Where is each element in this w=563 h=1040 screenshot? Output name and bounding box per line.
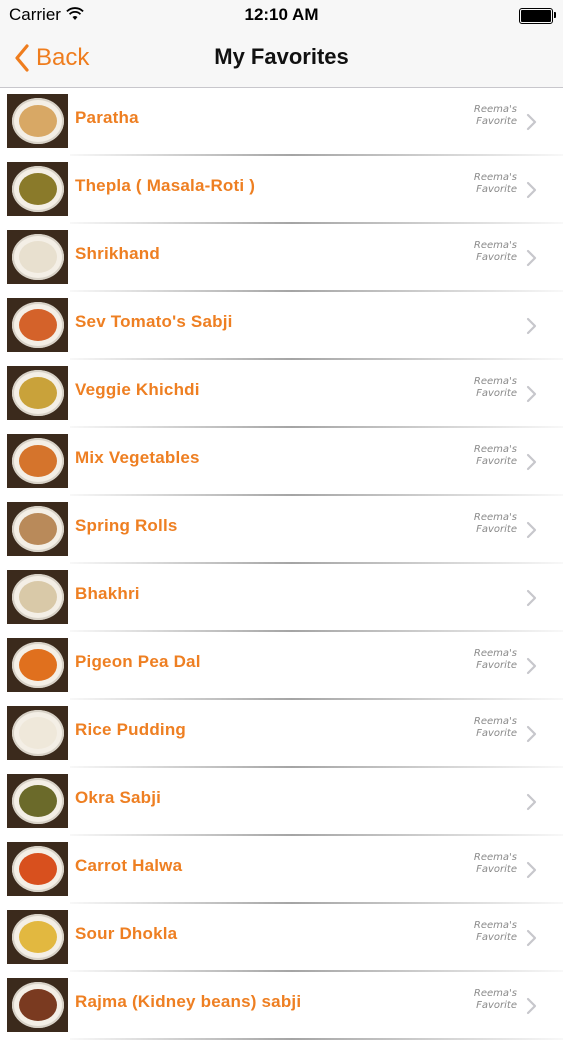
favorite-badge: Reema's Favorite [457, 852, 517, 876]
dish-thumbnail [7, 298, 68, 352]
list-item[interactable]: Sour Dhokla Reema's Favorite [0, 904, 563, 972]
chevron-right-icon [526, 113, 537, 131]
list-item[interactable]: Carrot Halwa Reema's Favorite [0, 836, 563, 904]
badge-line-2: Favorite [476, 184, 517, 195]
list-item[interactable]: Shrikhand Reema's Favorite [0, 224, 563, 292]
dish-thumbnail [7, 978, 68, 1032]
battery-icon [519, 8, 556, 24]
favorite-badge: Reema's Favorite [457, 716, 517, 740]
dish-thumbnail [7, 366, 68, 420]
badge-line-2: Favorite [476, 524, 517, 535]
dish-title: Okra Sabji [75, 788, 162, 807]
favorite-badge: Reema's Favorite [457, 920, 517, 944]
badge-line-1: Reema's [473, 444, 517, 455]
favorite-badge: Reema's Favorite [457, 648, 517, 672]
dish-thumbnail [7, 774, 68, 828]
dish-title: Paratha [75, 108, 139, 127]
chevron-right-icon [526, 317, 537, 335]
list-item[interactable]: Thepla ( Masala-Roti ) Reema's Favorite [0, 156, 563, 224]
dish-thumbnail [7, 94, 68, 148]
badge-line-2: Favorite [476, 388, 517, 399]
favorite-badge: Reema's Favorite [457, 172, 517, 196]
dish-thumbnail [7, 638, 68, 692]
favorite-badge: Reema's Favorite [457, 988, 517, 1012]
navigation-bar: Back My Favorites [0, 30, 563, 88]
chevron-right-icon [526, 929, 537, 947]
favorite-badge: Reema's Favorite [457, 444, 517, 468]
dish-title: Rajma (Kidney beans) sabji [75, 992, 302, 1011]
dish-title: Shrikhand [75, 244, 160, 263]
favorite-badge: Reema's Favorite [457, 104, 517, 128]
badge-line-2: Favorite [476, 932, 517, 943]
list-item[interactable]: Pigeon Pea Dal Reema's Favorite [0, 632, 563, 700]
badge-line-1: Reema's [473, 988, 517, 999]
status-bar: Carrier 12:10 AM [0, 0, 563, 30]
chevron-right-icon [526, 453, 537, 471]
list-item[interactable]: Paratha Reema's Favorite [0, 88, 563, 156]
chevron-right-icon [526, 181, 537, 199]
badge-line-1: Reema's [473, 852, 517, 863]
badge-line-2: Favorite [476, 864, 517, 875]
list-item[interactable]: Mix Vegetables Reema's Favorite [0, 428, 563, 496]
chevron-right-icon [526, 385, 537, 403]
list-item[interactable]: Veggie Khichdi Reema's Favorite [0, 360, 563, 428]
badge-line-2: Favorite [476, 456, 517, 467]
dish-title: Rice Pudding [75, 720, 187, 739]
badge-line-1: Reema's [473, 240, 517, 251]
chevron-right-icon [526, 589, 537, 607]
favorite-badge: Reema's Favorite [457, 376, 517, 400]
list-item[interactable]: Spring Rolls Reema's Favorite [0, 496, 563, 564]
dish-thumbnail [7, 162, 68, 216]
list-item[interactable]: Okra Sabji [0, 768, 563, 836]
badge-line-1: Reema's [473, 512, 517, 523]
chevron-right-icon [526, 521, 537, 539]
badge-line-2: Favorite [476, 660, 517, 671]
chevron-right-icon [526, 725, 537, 743]
favorite-badge: Reema's Favorite [457, 512, 517, 536]
dish-title: Thepla ( Masala-Roti ) [75, 176, 256, 195]
dish-title: Spring Rolls [75, 516, 178, 535]
dish-title: Sour Dhokla [75, 924, 178, 943]
chevron-right-icon [526, 793, 537, 811]
list-item[interactable]: Rice Pudding Reema's Favorite [0, 700, 563, 768]
chevron-right-icon [526, 861, 537, 879]
dish-title: Bhakhri [75, 584, 140, 603]
badge-line-2: Favorite [476, 728, 517, 739]
dish-thumbnail [7, 570, 68, 624]
page-title: My Favorites [214, 44, 349, 69]
list-item[interactable]: Sev Tomato's Sabji [0, 292, 563, 360]
dish-thumbnail [7, 502, 68, 556]
chevron-right-icon [526, 657, 537, 675]
badge-line-2: Favorite [476, 252, 517, 263]
chevron-right-icon [526, 249, 537, 267]
badge-line-1: Reema's [473, 716, 517, 727]
badge-line-2: Favorite [476, 1000, 517, 1011]
dish-thumbnail [7, 842, 68, 896]
dish-title: Carrot Halwa [75, 856, 183, 875]
list-item[interactable]: Bhakhri [0, 564, 563, 632]
badge-line-1: Reema's [473, 376, 517, 387]
dish-title: Mix Vegetables [75, 448, 200, 467]
list-item[interactable]: Rajma (Kidney beans) sabji Reema's Favorit… [0, 972, 563, 1040]
badge-line-2: Favorite [476, 116, 517, 127]
favorite-badge: Reema's Favorite [457, 240, 517, 264]
dish-title: Pigeon Pea Dal [75, 652, 201, 671]
dish-title: Sev Tomato's Sabji [75, 312, 233, 331]
dish-title: Veggie Khichdi [75, 380, 200, 399]
badge-line-1: Reema's [473, 104, 517, 115]
badge-line-1: Reema's [473, 920, 517, 931]
badge-line-1: Reema's [473, 172, 517, 183]
favorites-list: Paratha Reema's Favorite Thepla ( Masala-Ro… [0, 88, 563, 1040]
dish-thumbnail [7, 706, 68, 760]
clock: 12:10 AM [244, 5, 319, 24]
dish-thumbnail [7, 910, 68, 964]
dish-thumbnail [7, 230, 68, 284]
dish-thumbnail [7, 434, 68, 488]
badge-line-1: Reema's [473, 648, 517, 659]
